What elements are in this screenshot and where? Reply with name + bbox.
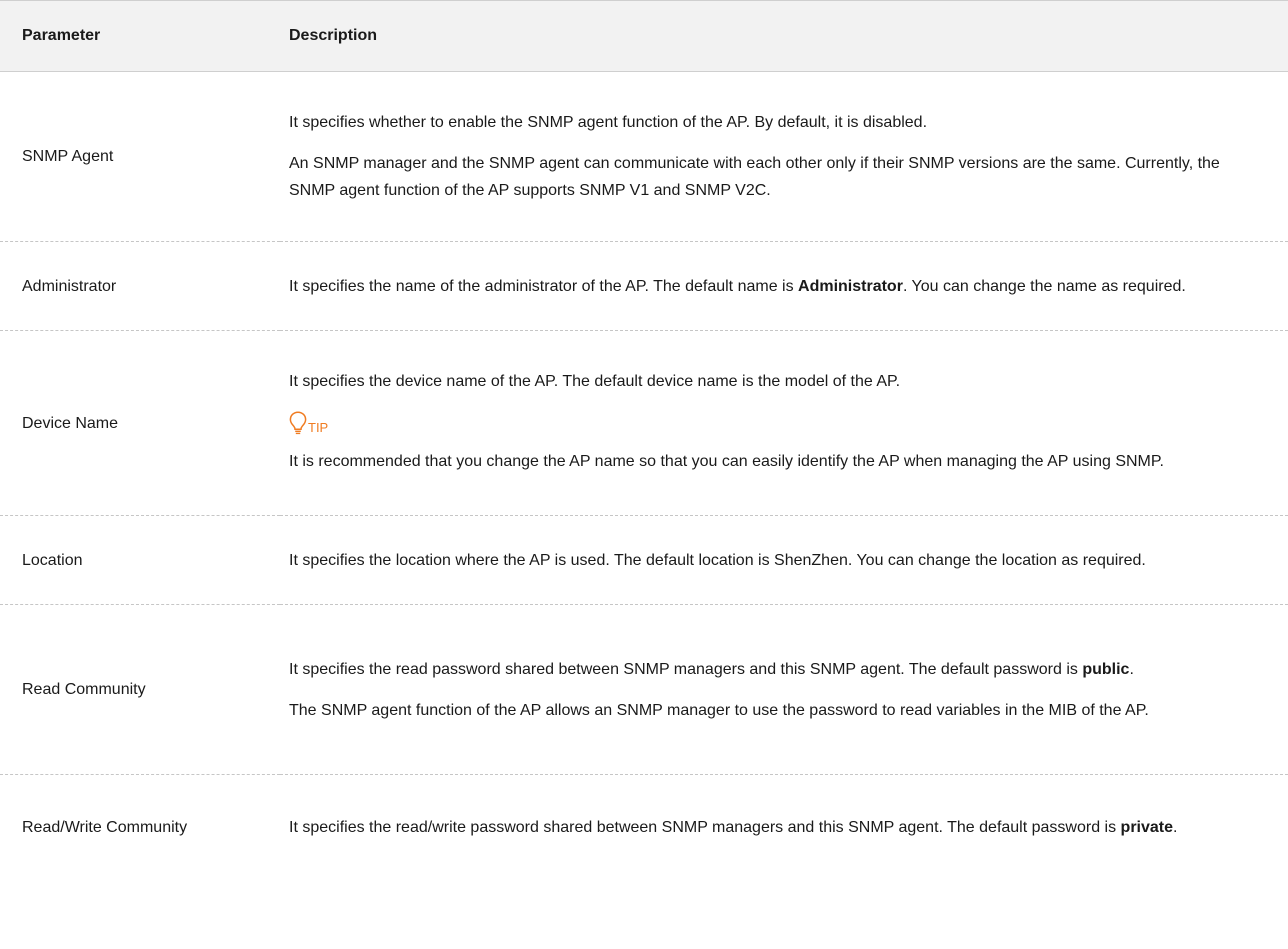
param-description: It specifies the read/write password sha… [280,775,1288,880]
description-paragraph: It specifies the read/write password sha… [289,814,1264,841]
tip-text: It is recommended that you change the AP… [289,453,1164,470]
default-value: public [1082,660,1130,678]
text-segment: . [1129,660,1134,678]
param-description: It specifies the name of the administrat… [280,241,1288,331]
tip-label: TIP [308,420,329,435]
text-segment: . You can change the name as required. [902,277,1186,295]
description-paragraph: It specifies whether to enable the SNMP … [289,114,928,131]
param-description: It specifies the read password shared be… [280,604,1288,775]
text-segment: . [1173,818,1178,836]
header-description: Description [280,0,1288,72]
table-row-location: Location It specifies the location where… [0,515,1288,605]
param-name: SNMP Agent [0,71,280,242]
table-row-snmp-agent: SNMP Agent It specifies whether to enabl… [0,71,1288,242]
description-paragraph: It specifies the read password shared be… [289,656,1264,683]
description-paragraph: It specifies the device name of the AP. … [289,373,901,390]
param-name: Device Name [0,330,280,516]
parameter-table: Parameter Description SNMP Agent It spec… [0,0,1288,880]
description-paragraph: It specifies the name of the administrat… [289,273,1264,300]
param-description: It specifies the location where the AP i… [280,515,1288,605]
text-segment: It specifies the name of the administrat… [289,277,799,295]
lightbulb-icon [289,411,307,435]
text-segment: It specifies the read/write password sha… [289,818,1121,836]
param-description: It specifies the device name of the AP. … [280,330,1288,516]
table-row-device-name: Device Name It specifies the device name… [0,330,1288,516]
header-parameter: Parameter [0,0,280,72]
table-header: Parameter Description [0,0,1288,72]
param-description: It specifies whether to enable the SNMP … [280,71,1288,242]
table-row-administrator: Administrator It specifies the name of t… [0,241,1288,331]
description-paragraph: An SNMP manager and the SNMP agent can c… [289,155,1220,199]
text-segment: It specifies the read password shared be… [289,660,1083,678]
param-name: Location [0,515,280,605]
tip-heading: TIP [289,411,1264,435]
description-paragraph: The SNMP agent function of the AP allows… [289,701,1149,719]
param-name: Read Community [0,604,280,775]
description-paragraph: It specifies the location where the AP i… [289,551,1146,569]
table-row-read-write-community: Read/Write Community It specifies the re… [0,775,1288,880]
table-row-read-community: Read Community It specifies the read pas… [0,604,1288,775]
param-name: Administrator [0,241,280,331]
param-name: Read/Write Community [22,818,188,836]
default-value: private [1120,818,1174,836]
default-value: Administrator [798,277,903,295]
